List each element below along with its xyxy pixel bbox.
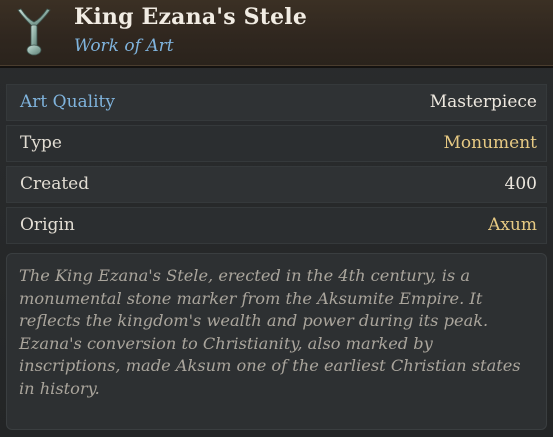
property-value: Monument: [443, 133, 538, 153]
description-text: The King Ezana's Stele, erected in the 4…: [6, 253, 547, 430]
property-value: 400: [504, 174, 537, 194]
property-row-created: Created 400: [6, 166, 547, 203]
tooltip-subtitle: Work of Art: [74, 36, 174, 56]
properties-table: Art Quality Masterpiece Type Monument Cr…: [6, 84, 547, 248]
tooltip-panel: King Ezana's Stele Work of Art Art Quali…: [0, 0, 553, 437]
property-row-art-quality: Art Quality Masterpiece: [6, 84, 547, 121]
property-row-type: Type Monument: [6, 125, 547, 162]
property-value: Masterpiece: [429, 92, 537, 112]
property-label: Origin: [20, 215, 75, 235]
stele-monument-icon: [17, 8, 51, 56]
tooltip-header: King Ezana's Stele Work of Art: [0, 0, 553, 68]
property-label: Type: [20, 133, 62, 153]
property-label: Art Quality: [20, 92, 115, 112]
property-row-origin: Origin Axum: [6, 207, 547, 244]
property-label: Created: [20, 174, 90, 194]
property-value: Axum: [488, 215, 537, 235]
tooltip-title: King Ezana's Stele: [74, 4, 308, 30]
